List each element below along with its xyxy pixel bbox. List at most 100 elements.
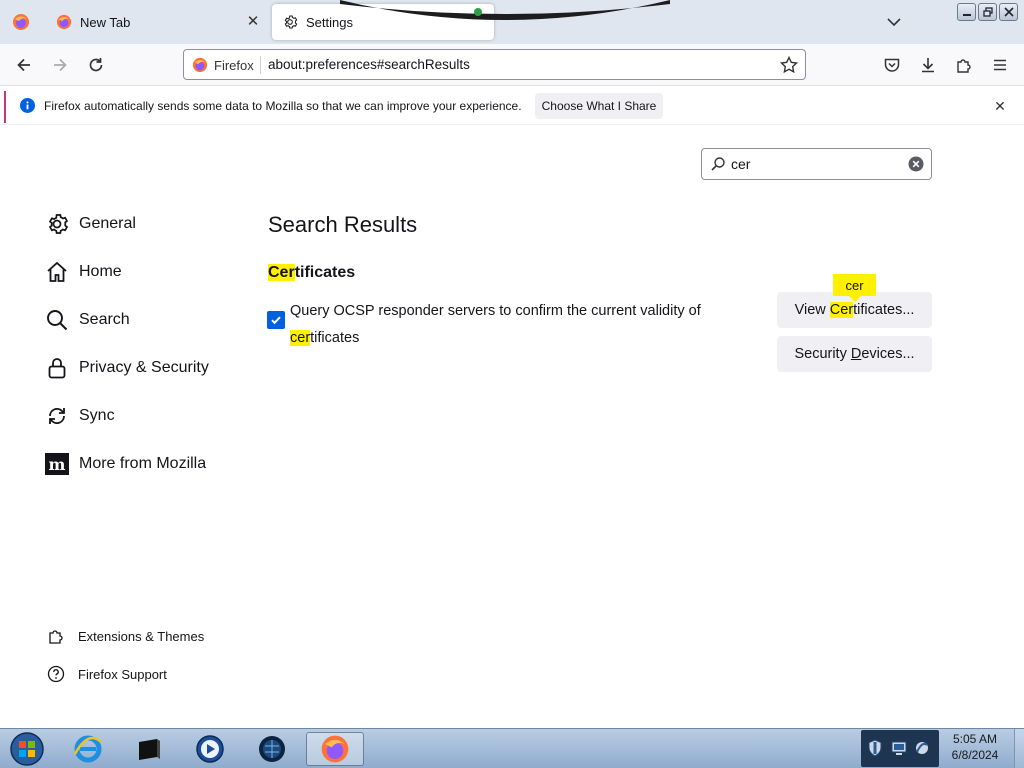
clear-search-icon[interactable] bbox=[908, 156, 924, 172]
taskbar: 5:05 AM 6/8/2024 bbox=[0, 728, 1024, 768]
security-devices-button[interactable]: Security Devices... bbox=[777, 336, 932, 372]
data-collection-notice: Firefox automatically sends some data to… bbox=[0, 87, 1024, 125]
network-icon[interactable] bbox=[914, 739, 930, 757]
category-label: Home bbox=[79, 263, 122, 280]
reload-button[interactable] bbox=[83, 52, 109, 78]
address-bar[interactable]: Firefox about:preferences#searchResults bbox=[183, 49, 806, 80]
back-button[interactable] bbox=[11, 52, 37, 78]
url-text[interactable]: about:preferences#searchResults bbox=[268, 57, 470, 72]
search-icon bbox=[711, 157, 725, 171]
access-key: D bbox=[850, 346, 862, 362]
pocket-button[interactable] bbox=[879, 52, 905, 78]
identity-box[interactable]: Firefox bbox=[192, 56, 254, 74]
reload-icon bbox=[89, 58, 103, 72]
mozilla-icon: m bbox=[45, 452, 69, 476]
button-label-prefix: View bbox=[794, 302, 826, 318]
search-value: cer bbox=[731, 156, 751, 172]
hamburger-icon bbox=[994, 59, 1006, 71]
pocket-icon bbox=[884, 58, 900, 72]
category-label: Sync bbox=[79, 407, 115, 424]
taskbar-terminal[interactable] bbox=[123, 732, 175, 766]
close-icon[interactable]: ✕ bbox=[992, 98, 1008, 114]
footer-link-label: Extensions & Themes bbox=[78, 628, 205, 644]
button-label-rest: evices... bbox=[861, 346, 915, 362]
firefox-support-link[interactable]: Firefox Support bbox=[47, 664, 167, 684]
sync-icon bbox=[45, 404, 69, 428]
internet-explorer-icon bbox=[73, 735, 102, 763]
chevron-down-icon[interactable] bbox=[884, 12, 904, 32]
category-search[interactable]: Search bbox=[45, 306, 130, 334]
certificates-heading: Certificates bbox=[268, 264, 355, 282]
tab-new-tab[interactable]: New Tab ✕ bbox=[44, 4, 270, 40]
firefox-icon bbox=[192, 57, 208, 73]
checkmark-icon bbox=[271, 316, 281, 325]
svg-text:m: m bbox=[49, 455, 66, 474]
identity-label: Firefox bbox=[214, 57, 254, 73]
notice-accent bbox=[4, 91, 6, 123]
page-title: Search Results bbox=[268, 212, 418, 237]
puzzle-icon bbox=[47, 627, 65, 645]
clock[interactable]: 5:05 AM 6/8/2024 bbox=[940, 731, 1010, 763]
choose-what-i-share-button[interactable]: Choose What I Share bbox=[535, 93, 663, 119]
monitor-icon[interactable] bbox=[891, 739, 907, 757]
lock-icon bbox=[45, 356, 69, 380]
minimize-button[interactable] bbox=[957, 3, 976, 21]
taskbar-globe-app[interactable] bbox=[246, 732, 298, 766]
firefox-icon bbox=[56, 14, 72, 30]
arrow-right-icon bbox=[54, 58, 67, 72]
firefox-icon bbox=[321, 735, 349, 763]
star-icon[interactable] bbox=[779, 55, 799, 75]
download-icon bbox=[922, 58, 934, 73]
gear-icon bbox=[282, 14, 298, 30]
settings-search-input[interactable]: cer bbox=[701, 148, 932, 180]
firefox-view-button[interactable] bbox=[6, 8, 36, 36]
category-label: Search bbox=[79, 311, 130, 328]
close-window-button[interactable] bbox=[999, 3, 1018, 21]
clock-date: 6/8/2024 bbox=[951, 748, 999, 762]
category-label: Privacy & Security bbox=[79, 359, 209, 376]
home-icon bbox=[45, 260, 69, 284]
search-highlight: cer bbox=[290, 330, 311, 346]
extensions-themes-link[interactable]: Extensions & Themes bbox=[47, 626, 204, 646]
ocsp-text-rest: tificates bbox=[310, 330, 360, 346]
category-home[interactable]: Home bbox=[45, 258, 122, 286]
windows-start-icon bbox=[10, 732, 44, 766]
taskbar-internet-explorer[interactable] bbox=[62, 732, 114, 766]
extensions-button[interactable] bbox=[951, 52, 977, 78]
app-menu-button[interactable] bbox=[987, 52, 1013, 78]
category-label: More from Mozilla bbox=[79, 455, 207, 472]
tab-label: New Tab bbox=[80, 14, 131, 30]
forward-button[interactable] bbox=[47, 52, 73, 78]
search-highlight: Cer bbox=[268, 264, 295, 281]
category-label: General bbox=[79, 215, 136, 232]
restore-button[interactable] bbox=[978, 3, 997, 21]
search-highlight: Cer bbox=[829, 302, 854, 318]
category-sync[interactable]: Sync bbox=[45, 402, 115, 430]
help-icon bbox=[47, 665, 65, 683]
terminal-icon bbox=[139, 739, 160, 760]
category-more-from-mozilla[interactable]: m More from Mozilla bbox=[45, 450, 206, 478]
navigation-toolbar: Firefox about:preferences#searchResults bbox=[0, 44, 1024, 86]
arrow-left-icon bbox=[17, 58, 30, 72]
decorative-swoosh bbox=[340, 0, 670, 20]
button-label-prefix: Security bbox=[794, 346, 847, 362]
puzzle-icon bbox=[957, 59, 971, 73]
start-button[interactable] bbox=[1, 732, 53, 766]
ocsp-text: Query OCSP responder servers to confirm … bbox=[290, 303, 701, 319]
taskbar-firefox[interactable] bbox=[306, 732, 364, 766]
gear-icon bbox=[45, 212, 69, 236]
category-privacy-security[interactable]: Privacy & Security bbox=[45, 354, 209, 382]
system-tray bbox=[861, 730, 939, 767]
firefox-icon bbox=[13, 14, 29, 30]
search-match-tooltip: cer bbox=[833, 274, 876, 302]
ocsp-checkbox[interactable] bbox=[267, 311, 285, 329]
taskbar-media-player[interactable] bbox=[184, 732, 236, 766]
shield-icon[interactable] bbox=[867, 739, 883, 757]
category-general[interactable]: General bbox=[45, 210, 136, 238]
info-icon bbox=[20, 98, 35, 113]
show-desktop-button[interactable] bbox=[1014, 729, 1024, 768]
close-tab-icon[interactable]: ✕ bbox=[244, 13, 262, 31]
divider bbox=[260, 56, 261, 74]
downloads-button[interactable] bbox=[915, 52, 941, 78]
ocsp-label[interactable]: Query OCSP responder servers to confirm … bbox=[290, 298, 740, 352]
